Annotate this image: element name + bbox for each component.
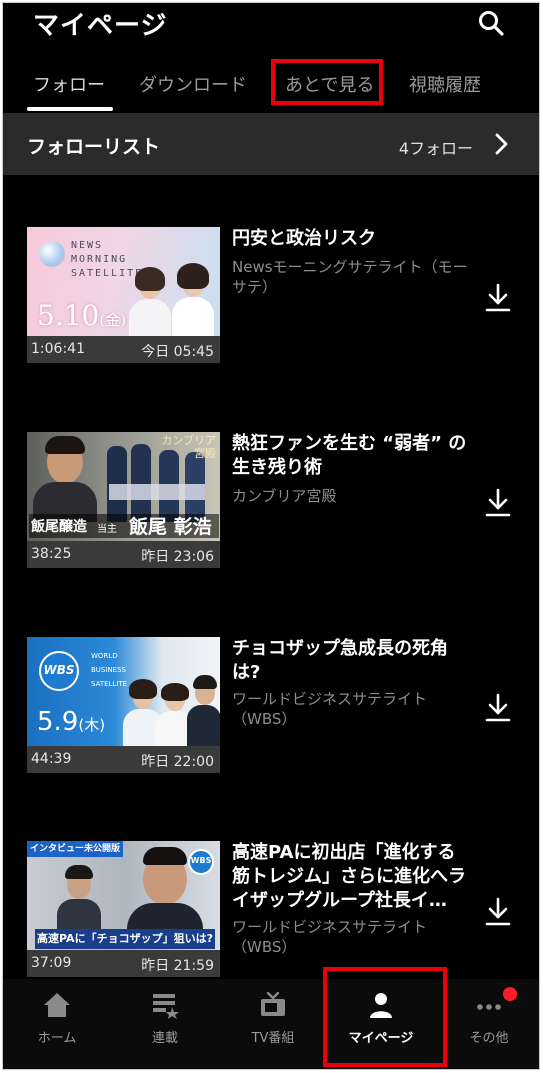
thumbnail-person: [127, 267, 173, 339]
thumbnail-person: [169, 263, 217, 339]
video-item[interactable]: WBS WORLD BUSINESS SATELLITE 5.9(木) 44:3…: [3, 637, 539, 777]
download-icon: [485, 488, 511, 517]
download-button[interactable]: [485, 693, 511, 723]
thumbnail-info-bar: 1:06:41 今日 05:45: [27, 336, 220, 363]
download-button[interactable]: [485, 897, 511, 927]
video-duration: 38:25: [31, 546, 72, 562]
video-item[interactable]: インタビュー未公開版 WBS 高速PAに「チョコザップ」狙いは? 37:09 昨…: [3, 841, 539, 981]
search-icon: [479, 11, 504, 36]
video-thumbnail[interactable]: カンブリア宮殿 飯尾醸造 当主 飯尾 彰浩 38:25 昨日 23:06: [27, 432, 220, 568]
thumbnail-info-bar: 44:39 昨日 22:00: [27, 746, 220, 773]
interview-badge-text: インタビュー未公開版: [30, 844, 121, 854]
video-duration: 44:39: [31, 751, 72, 767]
series-icon: [153, 994, 179, 1019]
download-icon: [485, 897, 511, 926]
video-item[interactable]: NEWS MORNING SATELLITE 5.10(金) 1:06:41 今: [3, 227, 539, 367]
video-title[interactable]: 熱狂ファンを生む “弱者” の生き残り術: [232, 432, 472, 480]
nav-more[interactable]: その他: [435, 979, 539, 1069]
nav-label: その他: [469, 1031, 509, 1046]
home-icon: [44, 993, 70, 1017]
caption-company: 飯尾醸造: [31, 519, 87, 535]
video-title[interactable]: チョコザップ急成長の死角は?: [232, 637, 472, 685]
notification-dot: [503, 987, 517, 1001]
corner-logo: カンブリア宮殿: [161, 434, 216, 460]
follow-list-row[interactable]: フォローリスト 4フォロー: [3, 113, 539, 175]
mypage-highlight-box: [323, 967, 447, 1067]
tab-follow[interactable]: フォロー: [33, 71, 105, 97]
chevron-right-icon: [495, 133, 508, 155]
video-duration: 37:09: [31, 955, 72, 971]
download-icon: [485, 283, 511, 312]
video-thumbnail[interactable]: WBS WORLD BUSINESS SATELLITE 5.9(木) 44:3…: [27, 637, 220, 773]
follow-count: 4フォロー: [398, 139, 473, 158]
nav-label: TV番組: [251, 1031, 295, 1046]
thumbnail-info-bar: 37:09 昨日 21:59: [27, 950, 220, 977]
wbs-logo-text: WBS: [43, 663, 75, 677]
tab-bar: フォロー ダウンロード あとで見る 視聴履歴: [3, 59, 539, 111]
video-item[interactable]: カンブリア宮殿 飯尾醸造 当主 飯尾 彰浩 38:25 昨日 23:06 熱狂フ…: [3, 432, 539, 572]
thumbnail-image: カンブリア宮殿 飯尾醸造 当主 飯尾 彰浩: [27, 432, 220, 541]
video-thumbnail[interactable]: NEWS MORNING SATELLITE 5.10(金) 1:06:41 今: [27, 227, 220, 363]
tab-history[interactable]: 視聴履歴: [409, 71, 481, 97]
tab-download[interactable]: ダウンロード: [139, 71, 247, 97]
nav-label: ホーム: [37, 1031, 77, 1046]
nav-series[interactable]: 連載: [111, 979, 219, 1069]
video-date: 昨日 23:06: [141, 549, 214, 565]
page-title: マイページ: [33, 11, 168, 41]
wbs-logo-text: WBS: [190, 856, 212, 865]
video-thumbnail[interactable]: インタビュー未公開版 WBS 高速PAに「チョコザップ」狙いは? 37:09 昨…: [27, 841, 220, 977]
watch-later-highlight-box: [271, 59, 383, 105]
video-duration: 1:06:41: [31, 341, 85, 357]
nav-label: 連載: [151, 1031, 178, 1046]
video-date: 昨日 21:59: [141, 958, 214, 974]
download-icon: [485, 693, 511, 722]
video-title[interactable]: 高速PAに初出店「進化する筋トレジム」さらに進化へライザップグループ社長イ…: [232, 841, 472, 913]
caption-role: 当主: [97, 524, 117, 535]
follow-list-title: フォローリスト: [27, 136, 161, 158]
active-tab-indicator: [27, 107, 113, 111]
caption-name: 飯尾 彰浩: [129, 516, 212, 538]
search-button[interactable]: [477, 9, 505, 37]
app-screen: マイページ フォロー ダウンロード あとで見る 視聴履歴 フォローリスト 4フォ…: [2, 2, 540, 1070]
download-button[interactable]: [485, 488, 511, 518]
thumbnail-image: インタビュー未公開版 WBS 高速PAに「チョコザップ」狙いは?: [27, 841, 220, 950]
thumbnail-image: WBS WORLD BUSINESS SATELLITE 5.9(木): [27, 637, 220, 751]
more-icon: [477, 1004, 501, 1010]
channel-name: ワールドビジネスサテライト（WBS）: [232, 918, 428, 956]
header: マイページ: [3, 3, 539, 47]
nav-home[interactable]: ホーム: [3, 979, 111, 1069]
channel-name: Newsモーニングサテライト（モーサテ）: [232, 258, 468, 296]
thumbnail-image: NEWS MORNING SATELLITE 5.10(金): [27, 227, 220, 339]
thumbnail-person: [33, 436, 97, 522]
thumbnail-person: [187, 675, 220, 747]
download-button[interactable]: [485, 283, 511, 313]
video-date: 昨日 22:00: [141, 754, 214, 770]
tv-icon: [261, 991, 285, 1016]
thumbnail-date: 5.9(木): [37, 707, 106, 737]
thumbnail-caption: 高速PAに「チョコザップ」狙いは?: [37, 932, 213, 945]
channel-name: カンブリア宮殿: [232, 487, 337, 505]
bottom-navigation: ホーム 連載 TV番組 マイページ その他: [3, 967, 539, 1069]
channel-name: ワールドビジネスサテライト（WBS）: [232, 690, 428, 728]
thumbnail-person: [57, 865, 101, 935]
morning-satellite-logo: [39, 241, 65, 267]
thumbnail-date: 5.10(金): [37, 299, 127, 332]
video-title[interactable]: 円安と政治リスク: [232, 227, 472, 251]
video-date: 今日 05:45: [141, 344, 214, 360]
nav-tv-programs[interactable]: TV番組: [219, 979, 327, 1069]
thumbnail-info-bar: 38:25 昨日 23:06: [27, 541, 220, 568]
